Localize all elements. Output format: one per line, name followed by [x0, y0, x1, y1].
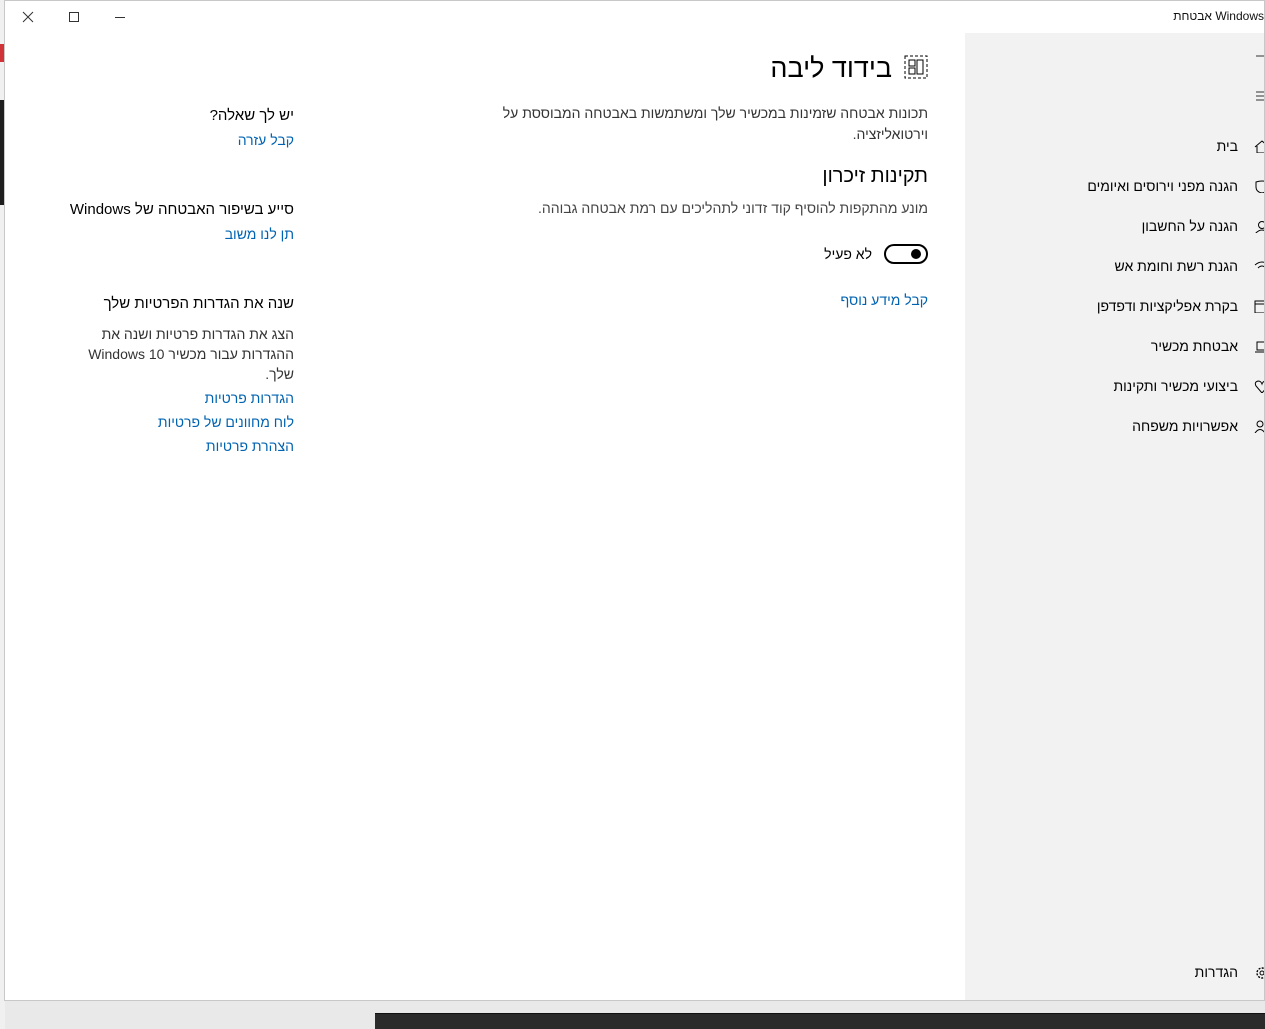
app-title: אבטחת Windows [1173, 9, 1264, 23]
heart-icon [1254, 379, 1264, 393]
sidebar-item-account-protection[interactable]: הגנה על החשבון [965, 206, 1264, 246]
sidebar-item-label: אבטחת מכשיר [1150, 338, 1238, 354]
get-help-link[interactable]: קבל עזרה [210, 132, 294, 148]
feedback-section: סייע בשיפור האבטחה של Windows תן לנו משו… [70, 201, 294, 242]
sidebar-item-home[interactable]: בית [965, 126, 1264, 166]
sidebar-item-label: בקרת אפליקציות ודפדפן [1096, 298, 1238, 314]
back-icon[interactable] [1252, 49, 1264, 63]
wifi-icon [1254, 259, 1264, 273]
learn-more-link[interactable]: קבל מידע נוסף [840, 292, 928, 308]
minimize-button[interactable] [97, 1, 143, 33]
sidebar-item-firewall[interactable]: הגנת רשת וחומת אש [965, 246, 1264, 286]
maximize-icon [69, 12, 79, 22]
sidebar-item-label: ביצועי מכשיר ותקינות [1113, 378, 1238, 394]
sidebar-item-label: הגנת רשת וחומת אש [1114, 258, 1238, 274]
app-window: אבטחת Windows בית הגנה מפני וירוסים ואיו… [4, 0, 1265, 1001]
sidebar-item-family-options[interactable]: אפשרויות משפחה [965, 406, 1264, 446]
page-header: בידוד ליבה [770, 53, 928, 84]
sidebar-item-label: הגנה על החשבון [1141, 218, 1238, 234]
browser-icon [1254, 299, 1264, 313]
sidebar-item-label: הגנה מפני וירוסים ואיומים [1087, 178, 1238, 194]
memory-integrity-toggle[interactable] [884, 244, 928, 264]
privacy-statement-link[interactable]: הצהרת פרטיות [63, 438, 294, 454]
privacy-description: הצג את הגדרות פרטיות ושנה את ההגדרות עבו… [88, 326, 294, 382]
help-section: יש לך שאלה? קבל עזרה [210, 107, 294, 148]
privacy-heading: שנה את הגדרות הפרטיות שלך [103, 295, 294, 312]
sidebar-item-settings[interactable]: הגדרות [965, 957, 1264, 987]
help-heading: יש לך שאלה? [209, 107, 294, 124]
settings-label: הגדרות [1194, 964, 1238, 980]
toggle-knob [911, 249, 921, 259]
page-title: בידוד ליבה [770, 53, 892, 83]
close-icon [22, 11, 34, 23]
minimize-icon [115, 17, 125, 18]
family-icon [1254, 419, 1264, 433]
sidebar-item-label: בית [1216, 138, 1238, 154]
sidebar-item-virus-protection[interactable]: הגנה מפני וירוסים ואיומים [965, 166, 1264, 206]
sidebar-item-label: אפשרויות משפחה [1132, 418, 1238, 434]
laptop-icon [1254, 339, 1264, 353]
home-icon [1254, 139, 1264, 153]
section-description: מונע מהתקפות להוסיף קוד זדוני לתהליכים ע… [537, 200, 928, 216]
close-button[interactable] [5, 1, 51, 33]
background-taskbar [375, 1013, 1265, 1029]
privacy-dashboard-link[interactable]: לוח מחוונים של פרטיות [63, 414, 294, 430]
memory-integrity-setting: לא פעיל [824, 244, 928, 264]
give-feedback-link[interactable]: תן לנו משוב [70, 226, 294, 242]
sidebar-item-device-performance[interactable]: ביצועי מכשיר ותקינות [965, 366, 1264, 406]
privacy-section: שנה את הגדרות הפרטיות שלך הצג את הגדרות … [63, 295, 294, 454]
person-icon [1254, 219, 1264, 233]
hamburger-menu-icon[interactable] [1252, 89, 1264, 103]
maximize-button[interactable] [51, 1, 97, 33]
shield-icon [1254, 179, 1264, 193]
gear-icon [1254, 965, 1264, 979]
sidebar-item-app-browser-control[interactable]: בקרת אפליקציות ודפדפן [965, 286, 1264, 326]
page-description: תכונות אבטחה שזמינות במכשיר שלך ומשתמשות… [502, 105, 928, 142]
section-title: תקינות זיכרון [822, 165, 928, 187]
core-isolation-icon [904, 55, 928, 83]
privacy-settings-link[interactable]: הגדרות פרטיות [63, 390, 294, 406]
title-bar: אבטחת Windows [5, 1, 1264, 33]
navigation-sidebar: בית הגנה מפני וירוסים ואיומים הגנה על הח… [965, 33, 1264, 1000]
feedback-heading: סייע בשיפור האבטחה של Windows [69, 201, 294, 218]
toggle-state-label: לא פעיל [824, 246, 872, 262]
sidebar-item-device-security[interactable]: אבטחת מכשיר [965, 326, 1264, 366]
